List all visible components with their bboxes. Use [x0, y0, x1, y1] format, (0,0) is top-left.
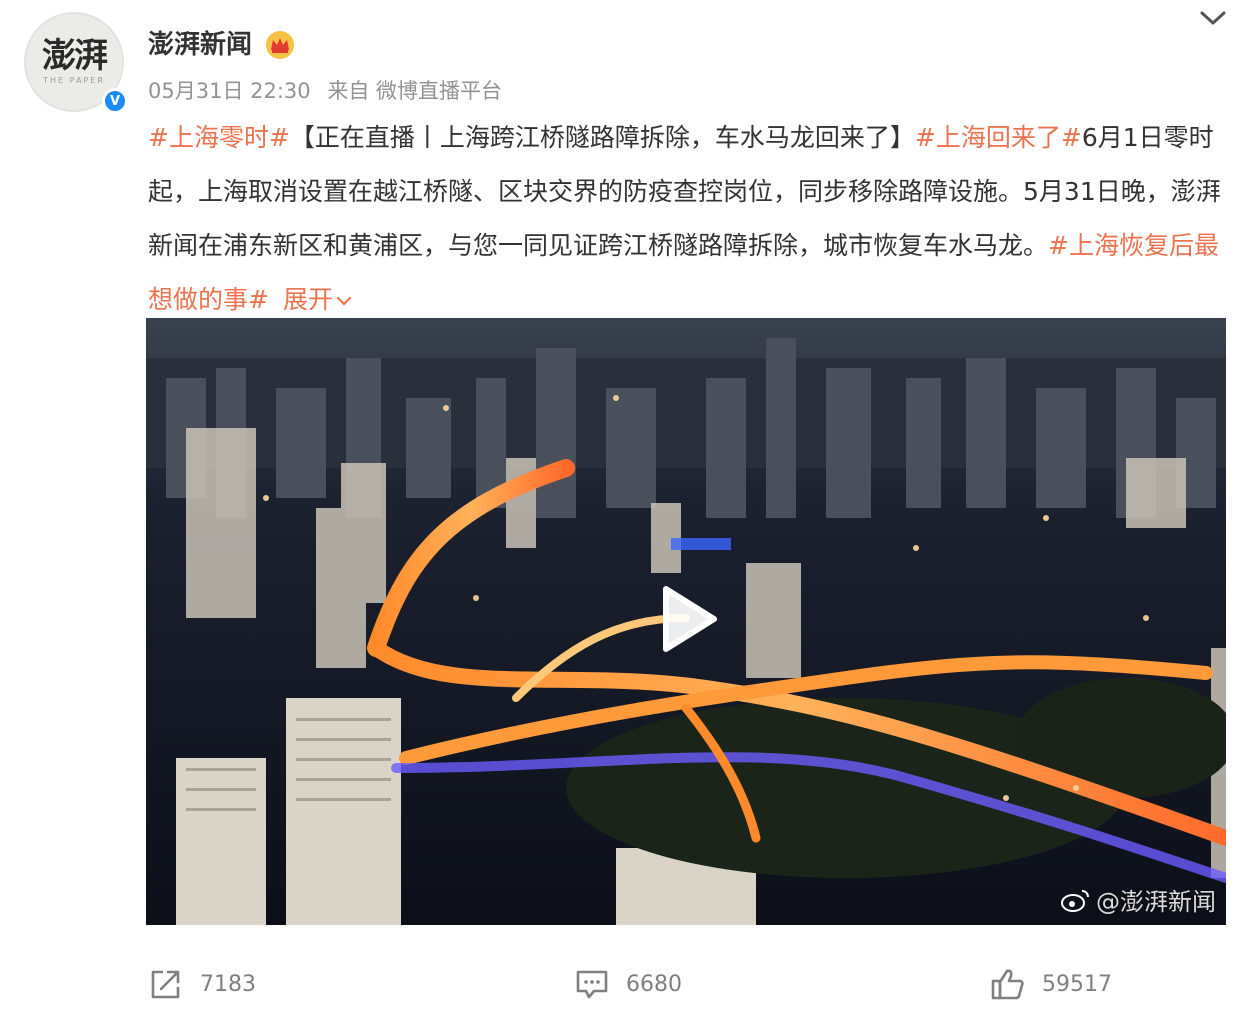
crown-icon: [266, 31, 294, 59]
comment-count: 6680: [626, 971, 682, 997]
hashtag-link[interactable]: #上海零时#: [148, 123, 290, 152]
like-count: 59517: [1042, 971, 1112, 997]
play-button[interactable]: [653, 584, 723, 654]
hashtag-link[interactable]: #上海回来了#: [915, 123, 1082, 152]
chevron-down-icon: [336, 296, 352, 306]
media-watermark: @澎湃新闻: [1060, 882, 1216, 917]
chevron-down-icon[interactable]: [1198, 6, 1228, 30]
avatar-logo-text: 澎湃: [42, 36, 108, 76]
video-player[interactable]: @澎湃新闻: [146, 318, 1226, 925]
watermark-text: @澎湃新闻: [1096, 888, 1216, 916]
play-icon: [663, 586, 717, 652]
like-button[interactable]: 59517: [990, 967, 1112, 1001]
verified-badge-icon: V: [102, 88, 128, 114]
thumbs-up-icon: [991, 969, 1024, 1000]
avatar-logo-subtext: THE PAPER: [43, 76, 105, 85]
repost-count: 7183: [200, 971, 256, 997]
expand-label: 展开: [282, 285, 333, 314]
post-text: #上海零时#【正在直播丨上海跨江桥隧路障拆除，车水马龙回来了】#上海回来了#6月…: [148, 111, 1228, 327]
repost-icon: [151, 970, 180, 999]
post-time[interactable]: 05月31日 22:30: [148, 79, 311, 103]
comment-icon: [576, 970, 608, 999]
expand-link[interactable]: 展开: [283, 285, 353, 314]
post-source: 来自 微博直播平台: [327, 79, 503, 103]
avatar[interactable]: 澎湃 THE PAPER V: [24, 12, 128, 116]
comment-button[interactable]: 6680: [574, 967, 682, 1001]
post-text-segment: 【正在直播丨上海跨江桥隧路障拆除，车水马龙回来了】: [289, 123, 915, 152]
weibo-logo-icon: [1061, 889, 1089, 912]
repost-button[interactable]: 7183: [148, 967, 256, 1001]
post-meta: 05月31日 22:30 来自 微博直播平台: [148, 76, 512, 106]
author-name[interactable]: 澎湃新闻: [148, 27, 252, 63]
